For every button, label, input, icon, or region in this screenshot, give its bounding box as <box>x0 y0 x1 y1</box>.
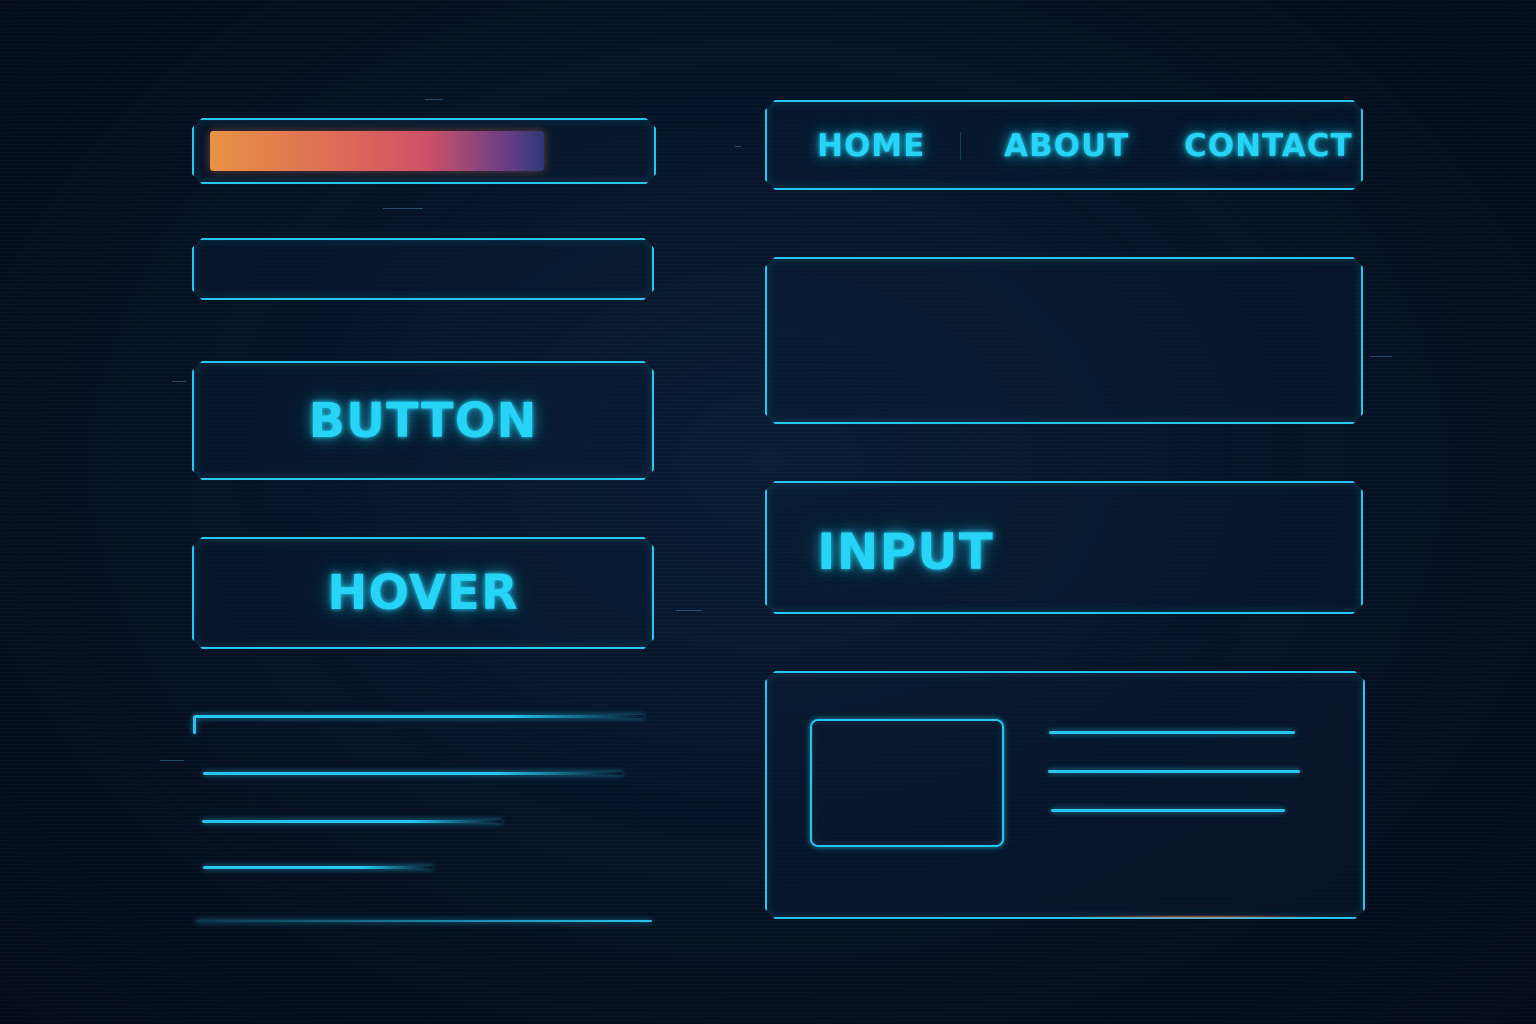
text-input[interactable]: INPUT <box>765 481 1363 614</box>
card-accent-glow <box>1067 915 1327 919</box>
hover-button-label: HOVER <box>327 565 519 621</box>
text-line <box>196 920 652 922</box>
text-line-bracket <box>193 716 196 734</box>
text-line <box>194 715 644 718</box>
text-line <box>202 820 502 823</box>
nav-divider <box>960 132 961 160</box>
nav-item-about[interactable]: ABOUT <box>1004 128 1129 164</box>
glitch-streak <box>1370 356 1392 357</box>
nav-bar: HOME ABOUT CONTACT <box>765 100 1363 190</box>
card-text-line <box>1048 770 1300 773</box>
progress-bar <box>192 118 656 184</box>
primary-button-label: BUTTON <box>308 392 538 449</box>
glitch-streak <box>160 760 184 761</box>
card-text-line <box>1051 809 1285 812</box>
glitch-streak <box>383 208 423 209</box>
glitch-streak <box>425 99 443 100</box>
progress-bar-fill <box>210 131 544 171</box>
glitch-streak <box>172 381 186 382</box>
glitch-streak <box>676 610 702 611</box>
hover-button[interactable]: HOVER <box>192 537 654 649</box>
glitch-streak <box>735 146 741 147</box>
content-card <box>765 671 1365 919</box>
card-image-placeholder <box>810 719 1004 847</box>
empty-input-bar[interactable] <box>192 238 654 300</box>
text-line <box>203 772 623 775</box>
text-area[interactable] <box>765 257 1363 424</box>
text-input-value: INPUT <box>817 523 994 581</box>
nav-item-contact[interactable]: CONTACT <box>1184 128 1353 164</box>
card-text-line <box>1049 731 1295 734</box>
text-line <box>203 866 433 869</box>
primary-button[interactable]: BUTTON <box>192 361 654 480</box>
nav-item-home[interactable]: HOME <box>817 128 925 164</box>
